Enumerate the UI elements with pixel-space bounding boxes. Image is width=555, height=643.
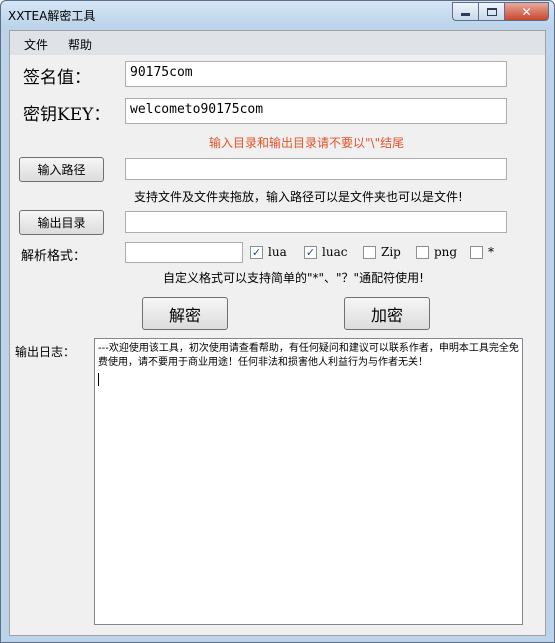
format-option-luac[interactable]: ✓ luac [304, 245, 347, 259]
log-output[interactable]: ---欢迎使用该工具，初次使用请查看帮助，有任何疑问和建议可以联系作者，申明本工… [94, 338, 523, 625]
menu-file[interactable]: 文件 [24, 36, 48, 53]
format-option-png[interactable]: png [416, 245, 457, 259]
checkbox-all[interactable] [470, 245, 483, 259]
checkbox-luac-label: luac [322, 245, 348, 259]
key-input[interactable]: welcometo90175com [125, 98, 507, 124]
menu-help[interactable]: 帮助 [68, 36, 92, 53]
format-hint: 自定义格式可以支持简单的"*"、"？"通配符使用! [163, 271, 424, 285]
maximize-button[interactable] [478, 2, 504, 21]
close-button[interactable]: ✕ [504, 2, 549, 21]
path-warning: 输入目录和输出目录请不要以"\"结尾 [209, 136, 405, 150]
log-text: ---欢迎使用该工具，初次使用请查看帮助，有任何疑问和建议可以联系作者，申明本工… [98, 343, 519, 368]
checkbox-zip-label: Zip [381, 245, 401, 259]
menu-bar: 文件 帮助 [10, 31, 545, 55]
format-option-lua[interactable]: ✓ lua [250, 245, 287, 259]
output-dir-field[interactable] [125, 211, 507, 233]
close-icon: ✕ [521, 4, 532, 19]
sign-input[interactable]: 90175com [125, 61, 507, 87]
log-label: 输出日志： [15, 345, 76, 359]
text-caret [98, 373, 99, 386]
checkbox-zip[interactable] [363, 245, 376, 259]
output-dir-button[interactable]: 输出目录 [19, 210, 104, 235]
encrypt-button[interactable]: 加密 [344, 297, 430, 330]
main-panel: 文件 帮助 签名值： 90175com 密钥KEY： welcometo9017… [9, 30, 546, 636]
window-title: XXTEA解密工具 [8, 9, 96, 23]
sign-label: 签名值： [23, 68, 91, 88]
input-path-button[interactable]: 输入路径 [19, 157, 104, 182]
title-bar[interactable]: XXTEA解密工具 ✕ [1, 1, 554, 27]
minimize-button[interactable] [452, 2, 478, 21]
checkbox-all-label: * [488, 245, 494, 259]
input-path-field[interactable] [125, 158, 507, 180]
checkbox-png-label: png [434, 245, 458, 259]
checkbox-lua-label: lua [268, 245, 287, 259]
format-label: 解析格式： [21, 249, 87, 264]
key-label: 密钥KEY： [23, 105, 111, 125]
app-window: XXTEA解密工具 ✕ 文件 帮助 签名值： 90175com 密钥KEY： w… [0, 0, 555, 643]
decrypt-button[interactable]: 解密 [142, 297, 228, 330]
format-input[interactable] [125, 242, 243, 263]
input-path-hint: 支持文件及文件夹拖放，输入路径可以是文件夹也可以是文件! [134, 190, 463, 204]
format-option-all[interactable]: * [470, 245, 494, 259]
window-controls: ✕ [452, 2, 549, 21]
maximize-icon [486, 7, 497, 16]
format-option-zip[interactable]: Zip [363, 245, 401, 259]
checkbox-lua[interactable]: ✓ [250, 245, 263, 259]
minimize-icon [461, 13, 470, 16]
checkbox-png[interactable] [416, 245, 429, 259]
checkbox-luac[interactable]: ✓ [304, 245, 317, 259]
